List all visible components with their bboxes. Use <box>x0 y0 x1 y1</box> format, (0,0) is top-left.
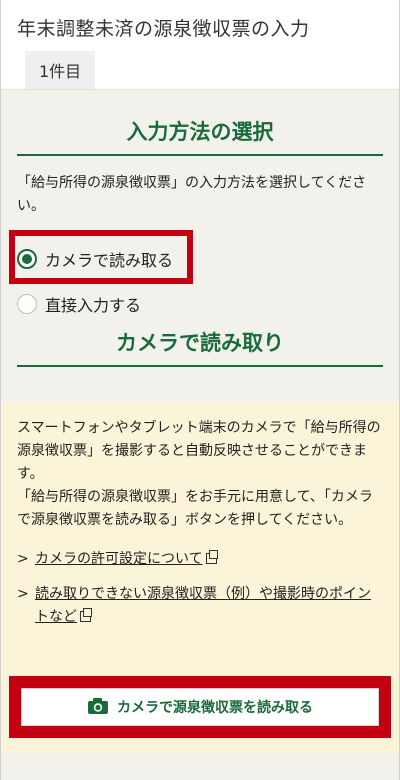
camera-info-paragraph-2: 「給与所得の源泉徴収票」をお手元に用意して、「カメラで源泉徴収票を読み取る」ボタ… <box>17 489 373 528</box>
screen: 年末調整未済の源泉徴収票の入力 1件目 入力方法の選択 「給与所得の源泉徴収票」… <box>0 0 400 780</box>
link-camera-permission-text[interactable]: カメラの許可設定について <box>35 551 203 567</box>
chevron-right-icon: > <box>17 586 29 602</box>
radio-option-direct-label: 直接入力する <box>45 296 142 315</box>
link-unreadable-examples[interactable]: > 読み取りできない源泉徴収票（例）や撮影時のポイントなど <box>17 583 383 629</box>
external-link-icon <box>80 608 92 622</box>
page-header: 年末調整未済の源泉徴収票の入力 1件目 <box>1 0 399 90</box>
external-link-icon <box>205 550 218 564</box>
radio-option-camera-label: カメラで読み取る <box>45 251 174 270</box>
camera-scan-button[interactable]: カメラで源泉徴収票を読み取る <box>21 688 379 726</box>
camera-info-paragraph-1: スマートフォンやタブレット端末のカメラで「給与所得の源泉徴収票」を撮影すると自動… <box>17 420 381 482</box>
camera-section-heading: カメラで読み取り <box>17 327 383 367</box>
radio-option-camera[interactable]: カメラで読み取る <box>17 247 173 271</box>
item-count-badge: 1件目 <box>25 51 96 89</box>
link-camera-permission[interactable]: > カメラの許可設定について <box>17 548 383 571</box>
input-method-description: 「給与所得の源泉徴収票」の入力方法を選択してください。 <box>17 175 367 214</box>
radio-option-direct[interactable]: 直接入力する <box>17 292 141 316</box>
radio-unchecked-icon[interactable] <box>17 294 37 314</box>
page-title: 年末調整未済の源泉徴収票の入力 <box>17 18 310 40</box>
camera-icon <box>87 697 109 718</box>
radio-checked-icon[interactable] <box>17 249 37 269</box>
camera-scan-button-label: カメラで源泉徴収票を読み取る <box>117 699 313 715</box>
chevron-right-icon: > <box>17 551 29 567</box>
input-method-heading: 入力方法の選択 <box>17 116 383 156</box>
